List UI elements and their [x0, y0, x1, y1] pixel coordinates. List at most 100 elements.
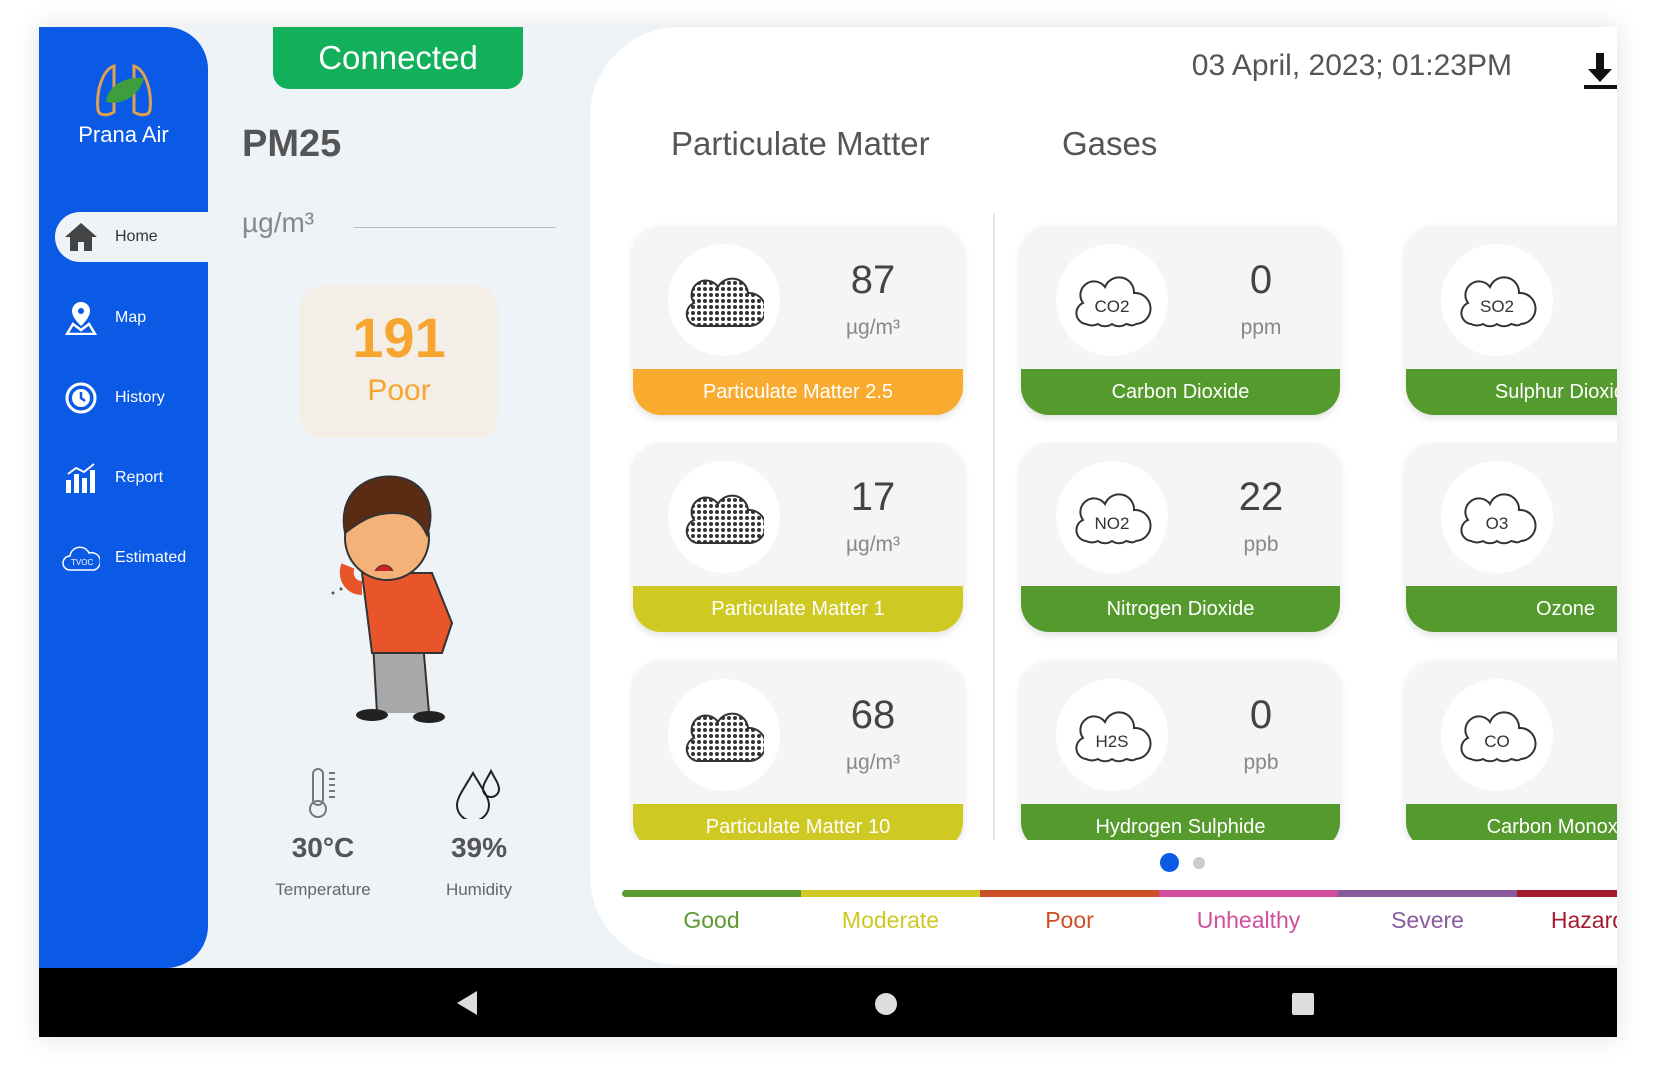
sensor-cards: 87 µg/m³ Particulate Matter 2.5 17 µg/m³ Part… [590, 27, 1617, 840]
card-unit: ppb [1243, 751, 1279, 774]
humidity-block: 39% Humidity [409, 767, 549, 900]
scale-label: Poor [1045, 907, 1094, 933]
scale-bar [1159, 890, 1338, 897]
page-indicator [1160, 853, 1205, 872]
sidebar: Prana Air Home Map History Report TVOC Estima… [39, 27, 208, 968]
gas-cloud-icon: CO2 [1056, 244, 1168, 356]
particulate-cloud-icon [668, 461, 780, 573]
gas-card[interactable]: CO2 0 ppm Carbon Dioxide [1021, 226, 1340, 415]
card-label: Particulate Matter 10 [633, 804, 963, 840]
gas-formula: CO2 [1095, 297, 1130, 316]
card-value: 3 [1576, 258, 1617, 303]
lungs-leaf-logo-icon [95, 63, 152, 117]
gas-formula: CO [1484, 732, 1510, 751]
card-unit: ppb [1576, 533, 1617, 557]
aqi-value: 191 [352, 306, 446, 369]
gas-card[interactable]: O3 3 ppb Ozone [1406, 443, 1617, 632]
card-unit: ppb [1576, 316, 1617, 340]
gas-formula: H2S [1095, 732, 1128, 751]
home-nav-icon[interactable] [874, 992, 898, 1016]
card-value: 0 [1249, 258, 1273, 302]
card-value: 0 [1249, 693, 1273, 737]
pollutant-unit: µg/m³ [242, 207, 315, 238]
back-icon[interactable] [455, 990, 479, 1016]
recents-icon[interactable] [1291, 992, 1315, 1016]
sidebar-item-history[interactable]: History [55, 373, 208, 423]
history-icon [61, 381, 101, 415]
gas-card[interactable]: CO 0 ppb Carbon Monoxide [1406, 661, 1617, 840]
card-label: Carbon Monoxide [1406, 804, 1617, 840]
thermometer-icon [309, 768, 335, 818]
temperature-value: 30°C [291, 832, 355, 863]
sidebar-item-report[interactable]: Report [55, 453, 208, 503]
scale-label: Severe [1391, 907, 1464, 933]
gas-cloud-icon: H2S [1056, 679, 1168, 791]
scale-label: Unhealthy [1196, 907, 1301, 933]
app-screen: Prana Air Home Map History Report TVOC Estima… [39, 27, 1617, 1037]
gas-card[interactable]: H2S 0 ppb Hydrogen Sulphide [1021, 661, 1340, 840]
gas-formula: O3 [1486, 514, 1509, 533]
report-chart-icon [61, 462, 101, 494]
gas-cloud-icon: NO2 [1056, 461, 1168, 573]
card-value: 22 [1238, 475, 1284, 519]
page-dot[interactable] [1193, 856, 1205, 869]
scale-severe: Severe [1338, 890, 1517, 934]
brand-name: Prana Air [78, 122, 169, 147]
divider-line [354, 227, 556, 228]
scale-hazardous: Hazardous [1517, 890, 1617, 934]
sidebar-item-estimated[interactable]: TVOC Estimated [55, 533, 208, 583]
scale-bar [801, 890, 980, 897]
card-value: 3 [1576, 475, 1617, 520]
scale-label: Moderate [841, 907, 940, 933]
card-label: Particulate Matter 1 [633, 586, 963, 632]
card-unit: ppb [1243, 533, 1279, 556]
logo: Prana Air [39, 62, 208, 148]
coughing-person-illustration [331, 475, 454, 723]
sidebar-item-label: Map [115, 309, 147, 326]
card-unit: ppm [1240, 316, 1282, 339]
particulate-cloud-icon [668, 679, 780, 791]
sidebar-item-label: Report [115, 469, 164, 486]
scale-label: Hazardous [1550, 907, 1617, 933]
home-icon [61, 222, 101, 252]
pm-card[interactable]: 68 µg/m³ Particulate Matter 10 [633, 661, 963, 840]
gas-cloud-icon: CO [1441, 679, 1553, 791]
sidebar-item-label: History [115, 389, 165, 406]
pollutant-title: PM25 [242, 123, 342, 165]
page-dot-active[interactable] [1160, 853, 1179, 872]
card-label: Sulphur Dioxide [1406, 369, 1617, 415]
gas-card[interactable]: SO2 3 ppb Sulphur Dioxide [1406, 226, 1617, 415]
gas-cloud-icon: O3 [1441, 461, 1553, 573]
sidebar-item-map[interactable]: Map [55, 293, 208, 343]
scale-bar [1338, 890, 1517, 897]
tvoc-cloud-icon: TVOC [61, 544, 101, 572]
gas-card[interactable]: NO2 22 ppb Nitrogen Dioxide [1021, 443, 1340, 632]
scale-bar [1517, 890, 1617, 897]
card-label: Nitrogen Dioxide [1021, 586, 1340, 632]
scale-bar [980, 890, 1159, 897]
humidity-drops-icon [455, 768, 501, 822]
card-unit: µg/m³ [845, 533, 901, 556]
connection-status-button[interactable]: Connected [273, 27, 523, 89]
scale-unhealthy: Unhealthy [1159, 890, 1338, 934]
card-value: 17 [850, 475, 896, 519]
card-label: Particulate Matter 2.5 [633, 369, 963, 415]
scale-moderate: Moderate [801, 890, 980, 934]
scale-bar [622, 890, 801, 897]
temperature-label: Temperature [275, 880, 371, 899]
sidebar-item-label: Home [115, 228, 158, 245]
card-label: Carbon Dioxide [1021, 369, 1340, 415]
sidebar-item-home[interactable]: Home [55, 212, 208, 262]
scale-label: Good [683, 907, 740, 933]
gas-formula: NO2 [1095, 514, 1130, 533]
card-value: 0 [1576, 693, 1617, 738]
main-panel: 03 April, 2023; 01:23PM Particulate Matt… [590, 27, 1617, 965]
particulate-cloud-icon [668, 244, 780, 356]
card-unit: µg/m³ [845, 316, 901, 339]
humidity-value: 39% [450, 832, 508, 863]
pm-card[interactable]: 87 µg/m³ Particulate Matter 2.5 [633, 226, 963, 415]
card-label: Hydrogen Sulphide [1021, 804, 1340, 840]
card-unit: ppb [1576, 751, 1617, 775]
card-label: Ozone [1406, 586, 1617, 632]
pm-card[interactable]: 17 µg/m³ Particulate Matter 1 [633, 443, 963, 632]
